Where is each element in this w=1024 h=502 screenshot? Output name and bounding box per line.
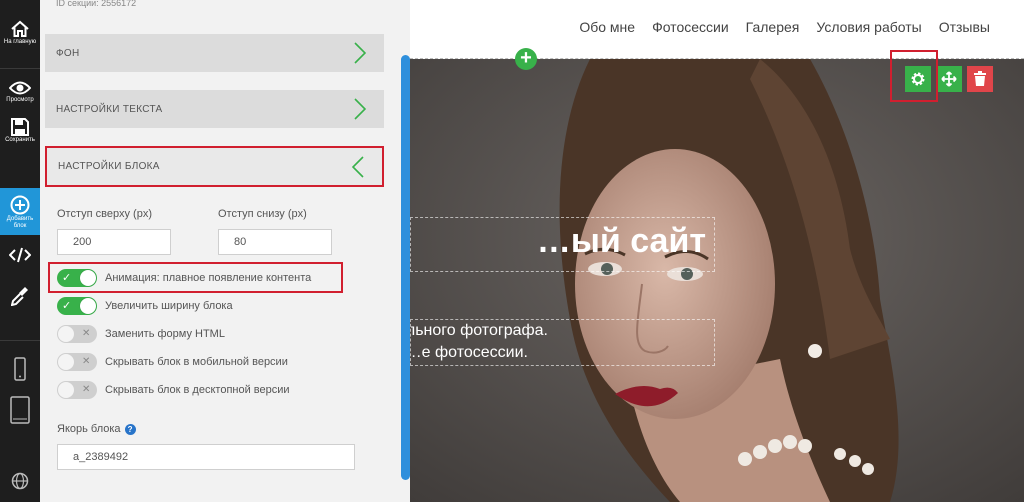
delete-block-button[interactable] [967,66,993,92]
hide-mobile-toggle-label: Скрывать блок в мобильной версии [105,356,288,368]
preview-button[interactable]: Просмотр [0,80,40,104]
help-icon[interactable]: ? [124,424,136,435]
toolbar-divider [0,340,40,341]
trash-icon [974,71,986,86]
toggle-knob [58,354,74,370]
html-form-toggle[interactable]: ✕ [57,325,97,343]
mobile-view-button[interactable] [0,357,40,381]
chevron-right-icon [354,42,366,64]
highlight-box [48,262,343,293]
floppy-disk-icon [11,118,29,136]
accordion-block-settings-label: НАСТРОЙКИ БЛОКА [58,161,160,172]
chevron-left-icon [352,156,364,178]
cross-icon: ✕ [82,384,91,395]
toggle-row-html-form: ✕ Заменить форму HTML [57,324,225,344]
language-button[interactable] [0,472,40,490]
editor-toolbar: На главную Просмотр Сохранить Добавить б… [0,0,40,502]
save-label: Сохранить [5,137,35,143]
html-form-toggle-label: Заменить форму HTML [105,328,225,340]
hero-title-box[interactable]: …ый сайт [410,217,715,272]
code-button[interactable] [0,247,40,263]
hide-desktop-toggle[interactable]: ✕ [57,381,97,399]
home-icon [11,20,29,37]
wide-block-toggle[interactable]: ✓ [57,297,97,315]
accordion-background[interactable]: ФОН [45,34,384,72]
hero-section: …ый сайт …льного фотографа. …е фотосесси… [410,59,1024,502]
mobile-phone-icon [14,357,26,381]
toolbar-divider [0,68,40,69]
hero-subtitle-box[interactable]: …льного фотографа. …е фотосессии. [410,319,715,366]
code-icon [9,247,31,263]
padding-bottom-label: Отступ снизу (px) [218,208,307,220]
home-label: На главную [3,39,37,45]
nav-item-gallery[interactable]: Галерея [746,19,800,35]
chevron-right-icon [354,98,366,120]
site-preview: Обо мне Фотосессии Галерея Условия работ… [410,0,1024,502]
padding-bottom-input[interactable]: 80 [218,229,332,255]
anchor-label: Якорь блока? [57,423,136,435]
move-arrows-icon [941,71,957,87]
nav-item-about[interactable]: Обо мне [579,19,635,35]
nav-item-terms[interactable]: Условия работы [816,19,921,35]
home-button[interactable]: На главную [0,20,40,46]
toggle-knob [80,298,96,314]
panel-scrollbar[interactable] [401,55,410,480]
accordion-block-settings[interactable]: НАСТРОЙКИ БЛОКА [45,146,384,187]
wide-block-toggle-label: Увеличить ширину блока [105,300,233,312]
check-icon: ✓ [62,300,72,312]
toggle-row-hide-desktop: ✕ Скрывать блок в десктопной версии [57,380,290,400]
cross-icon: ✕ [82,328,91,339]
site-nav: Обо мне Фотосессии Галерея Условия работ… [579,19,990,35]
save-button[interactable]: Сохранить [0,118,40,144]
color-picker-button[interactable] [0,286,40,306]
hero-subtitle-line-2: …е фотосессии. [410,344,528,361]
padding-top-label: Отступ сверху (px) [57,208,152,220]
hide-mobile-toggle[interactable]: ✕ [57,353,97,371]
highlight-box [890,50,938,102]
globe-icon [11,472,29,490]
preview-label: Просмотр [6,97,34,103]
padding-top-input[interactable]: 200 [57,229,171,255]
nav-item-photosessions[interactable]: Фотосессии [652,19,729,35]
tablet-view-button[interactable] [0,396,40,424]
accordion-background-label: ФОН [56,47,80,59]
toggle-knob [58,326,74,342]
toggle-row-wide: ✓ Увеличить ширину блока [57,296,233,316]
eyedropper-icon [11,287,28,306]
cross-icon: ✕ [82,356,91,367]
hide-desktop-toggle-label: Скрывать блок в десктопной версии [105,384,290,396]
tablet-icon [10,396,30,424]
accordion-text-settings-label: НАСТРОЙКИ ТЕКСТА [56,103,163,115]
eye-icon [9,81,31,95]
hero-photo [410,59,1024,502]
add-block-plus-button[interactable]: + [515,48,537,70]
toggle-knob [58,382,74,398]
accordion-text-settings[interactable]: НАСТРОЙКИ ТЕКСТА [45,90,384,128]
block-settings-panel: ID секции: 2556172 ФОН НАСТРОЙКИ ТЕКСТА … [40,0,410,502]
anchor-label-text: Якорь блока [57,423,121,435]
move-block-button[interactable] [936,66,962,92]
hero-title: …ый сайт [536,222,706,260]
toggle-row-hide-mobile: ✕ Скрывать блок в мобильной версии [57,352,288,372]
add-block-button[interactable]: Добавить блок [0,188,40,235]
plus-circle-icon [10,195,30,215]
hero-subtitle-line-1: …льного фотографа. [411,322,548,339]
anchor-input[interactable]: a_2389492 [57,444,355,470]
add-block-label: Добавить блок [6,216,34,229]
nav-item-reviews[interactable]: Отзывы [939,19,990,35]
section-id: ID секции: 2556172 [56,0,137,8]
